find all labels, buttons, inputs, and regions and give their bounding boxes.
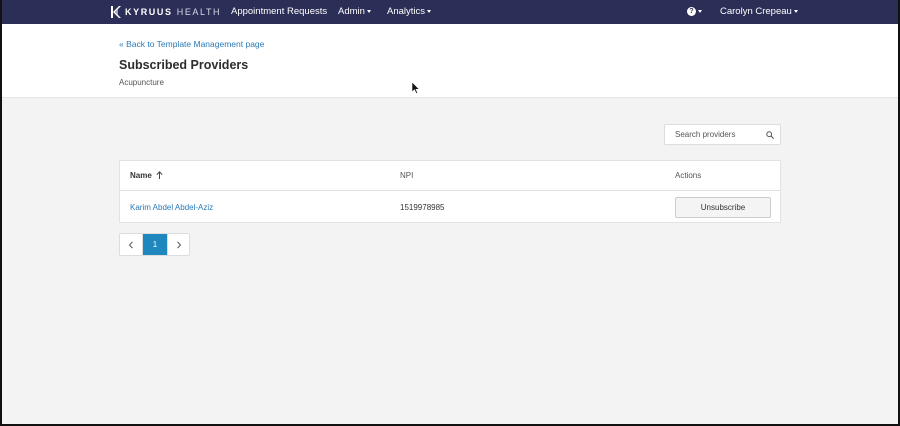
back-to-template-management-link[interactable]: « Back to Template Management page (119, 39, 264, 49)
user-menu-dropdown[interactable]: Carolyn Crepeau (720, 0, 798, 24)
caret-down-icon (427, 9, 432, 13)
chevron-right-icon (176, 240, 181, 249)
caret-down-icon (366, 9, 371, 13)
help-dropdown[interactable]: ? (687, 0, 702, 24)
page-subtitle: Acupuncture (119, 78, 164, 87)
user-name: Carolyn Crepeau (720, 6, 792, 17)
mouse-cursor-icon (412, 82, 420, 94)
page-title: Subscribed Providers (119, 58, 249, 72)
caret-down-icon (698, 9, 702, 13)
pagination-next-button[interactable] (167, 234, 189, 255)
arrow-up-icon (156, 171, 163, 179)
provider-npi: 1519978985 (400, 203, 445, 212)
page-header: « Back to Template Management page Subsc… (2, 24, 898, 98)
search-providers-box (664, 124, 781, 145)
kyruus-logo-icon (111, 6, 121, 18)
column-header-actions: Actions (675, 171, 702, 180)
table-header: Name NPI Actions (120, 161, 780, 191)
logo-text-bold: KYRUUS (125, 7, 173, 17)
top-navbar: KYRUUS HEALTH Appointment Requests Admin… (0, 0, 900, 24)
chevron-left-icon (128, 240, 133, 249)
kyruus-logo[interactable]: KYRUUS HEALTH (110, 0, 221, 24)
pagination-page-button[interactable]: 1 (142, 234, 167, 255)
subscribed-providers-table: Name NPI Actions Karim Abdel Abdel-Aziz … (119, 160, 781, 223)
search-providers-input[interactable] (665, 125, 765, 144)
pagination: 1 (119, 233, 190, 256)
column-header-npi: NPI (400, 171, 414, 180)
provider-name-link[interactable]: Karim Abdel Abdel-Aziz (130, 192, 213, 223)
nav-appointment-requests[interactable]: Appointment Requests (231, 0, 327, 24)
nav-analytics-dropdown[interactable]: Analytics (387, 0, 432, 24)
logo-text-light: HEALTH (176, 7, 222, 17)
search-icon[interactable] (766, 131, 774, 139)
nav-admin-dropdown[interactable]: Admin (338, 0, 371, 24)
help-icon: ? (687, 6, 696, 16)
unsubscribe-button[interactable]: Unsubscribe (675, 197, 771, 218)
table-row: Karim Abdel Abdel-Aziz 1519978985 Unsubs… (120, 192, 780, 223)
column-header-name[interactable]: Name (130, 161, 163, 191)
pagination-prev-button[interactable] (120, 234, 142, 255)
caret-down-icon (793, 9, 798, 13)
